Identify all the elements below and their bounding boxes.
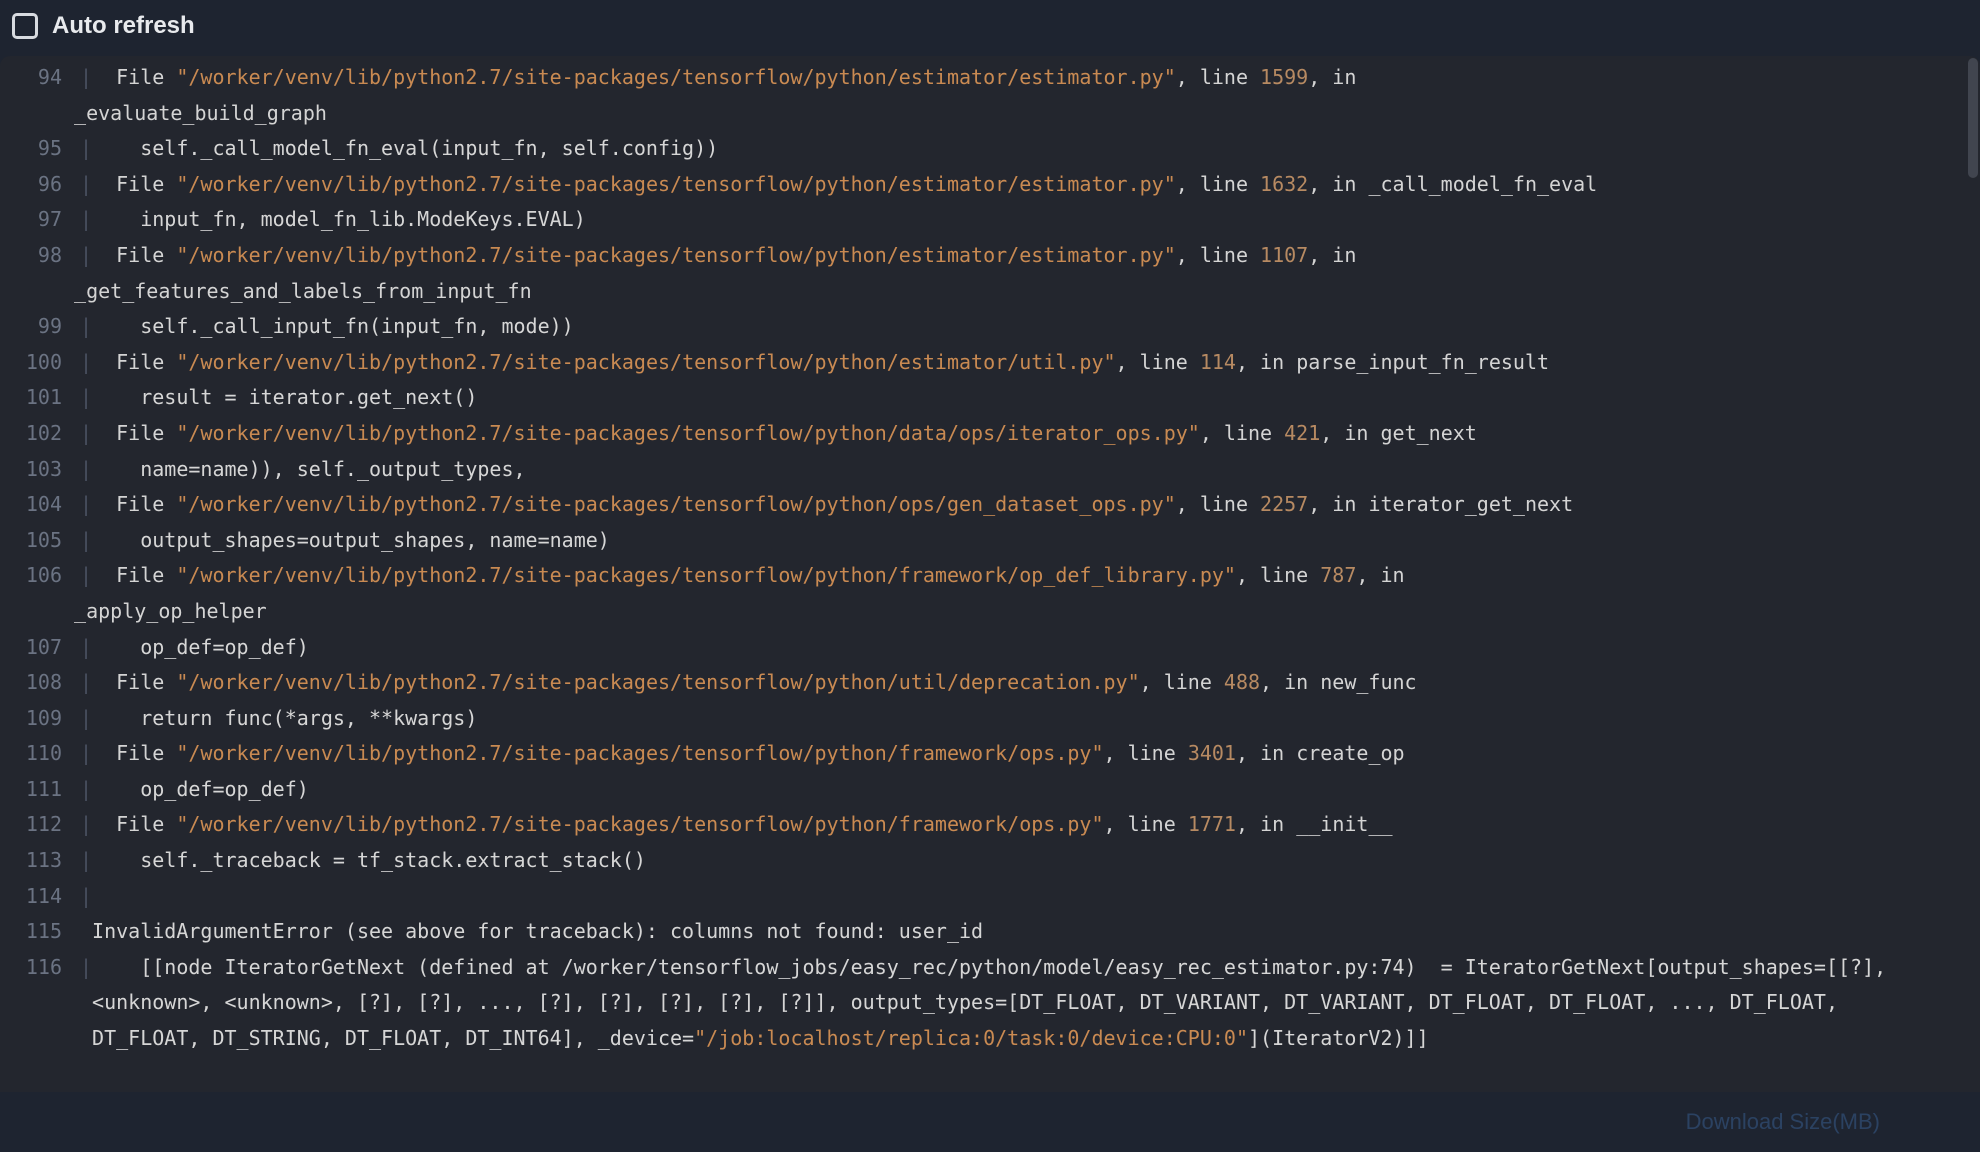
log-line: 114| [0, 879, 1980, 915]
gutter-pipe: | [80, 736, 92, 772]
log-line: 97| input_fn, model_fn_lib.ModeKeys.EVAL… [0, 202, 1980, 238]
line-number: 103 [0, 452, 80, 488]
log-line: 107| op_def=op_def) [0, 630, 1980, 666]
gutter-pipe: | [80, 558, 92, 594]
log-line: 105| output_shapes=output_shapes, name=n… [0, 523, 1980, 559]
line-number: 109 [0, 701, 80, 737]
gutter-pipe: | [80, 60, 92, 96]
auto-refresh-label: Auto refresh [52, 12, 195, 40]
log-line: 99| self._call_input_fn(input_fn, mode)) [0, 309, 1980, 345]
gutter-pipe: | [80, 879, 92, 915]
gutter-pipe: | [80, 665, 92, 701]
download-size-link[interactable]: Download Size(MB) [1686, 1109, 1880, 1135]
log-line: 116| [[node IteratorGetNext (defined at … [0, 950, 1980, 1057]
line-number: 114 [0, 879, 80, 915]
line-number: 95 [0, 131, 80, 167]
line-number: 110 [0, 736, 80, 772]
log-line: 96| File "/worker/venv/lib/python2.7/sit… [0, 167, 1980, 203]
gutter-pipe: | [80, 309, 92, 345]
gutter-pipe: | [80, 701, 92, 737]
line-number: 104 [0, 487, 80, 523]
line-number: 100 [0, 345, 80, 381]
gutter-pipe: | [80, 487, 92, 523]
log-line: 98| File "/worker/venv/lib/python2.7/sit… [0, 238, 1980, 274]
gutter-pipe: | [80, 452, 92, 488]
header-bar: Auto refresh [0, 0, 1980, 56]
line-number: 98 [0, 238, 80, 274]
gutter-pipe: | [80, 416, 92, 452]
log-line: 95| self._call_model_fn_eval(input_fn, s… [0, 131, 1980, 167]
gutter-pipe: | [80, 843, 92, 879]
line-number: 101 [0, 380, 80, 416]
gutter-pipe: | [80, 950, 92, 986]
line-number: 106 [0, 558, 80, 594]
log-line: 100| File "/worker/venv/lib/python2.7/si… [0, 345, 1980, 381]
line-number: 96 [0, 167, 80, 203]
line-number: 94 [0, 60, 80, 96]
scrollbar-thumb[interactable] [1968, 58, 1978, 178]
gutter-pipe: | [80, 345, 92, 381]
line-number: 116 [0, 950, 80, 986]
log-line: | _apply_op_helper [0, 594, 1980, 630]
gutter-pipe: | [80, 238, 92, 274]
log-line: 108| File "/worker/venv/lib/python2.7/si… [0, 665, 1980, 701]
log-line: 106| File "/worker/venv/lib/python2.7/si… [0, 558, 1980, 594]
bottom-bar: Download Size(MB) [0, 1092, 1980, 1152]
gutter-pipe: | [80, 131, 92, 167]
gutter-pipe: | [80, 807, 92, 843]
log-line: | _evaluate_build_graph [0, 96, 1980, 132]
line-number: 105 [0, 523, 80, 559]
log-line: 112| File "/worker/venv/lib/python2.7/si… [0, 807, 1980, 843]
log-viewer: 94| File "/worker/venv/lib/python2.7/sit… [0, 56, 1980, 1092]
log-line: 115| InvalidArgumentError (see above for… [0, 914, 1980, 950]
gutter-pipe: | [80, 167, 92, 203]
line-number: 111 [0, 772, 80, 808]
log-line: 104| File "/worker/venv/lib/python2.7/si… [0, 487, 1980, 523]
gutter-pipe: | [80, 380, 92, 416]
auto-refresh-checkbox[interactable] [12, 13, 38, 39]
log-line: 94| File "/worker/venv/lib/python2.7/sit… [0, 60, 1980, 96]
line-number: 97 [0, 202, 80, 238]
log-line: 101| result = iterator.get_next() [0, 380, 1980, 416]
log-line: 103| name=name)), self._output_types, [0, 452, 1980, 488]
log-line: 109| return func(*args, **kwargs) [0, 701, 1980, 737]
gutter-pipe: | [80, 772, 92, 808]
line-number: 107 [0, 630, 80, 666]
line-number: 112 [0, 807, 80, 843]
log-line: 102| File "/worker/venv/lib/python2.7/si… [0, 416, 1980, 452]
line-number: 102 [0, 416, 80, 452]
gutter-pipe: | [80, 630, 92, 666]
log-line: 110| File "/worker/venv/lib/python2.7/si… [0, 736, 1980, 772]
line-number: 108 [0, 665, 80, 701]
scrollbar-track[interactable] [1968, 56, 1978, 1082]
log-line: 113| self._traceback = tf_stack.extract_… [0, 843, 1980, 879]
line-number: 113 [0, 843, 80, 879]
log-line: | _get_features_and_labels_from_input_fn [0, 274, 1980, 310]
line-number: 99 [0, 309, 80, 345]
gutter-pipe: | [80, 202, 92, 238]
gutter-pipe: | [80, 523, 92, 559]
line-number: 115 [0, 914, 80, 950]
log-line: 111| op_def=op_def) [0, 772, 1980, 808]
